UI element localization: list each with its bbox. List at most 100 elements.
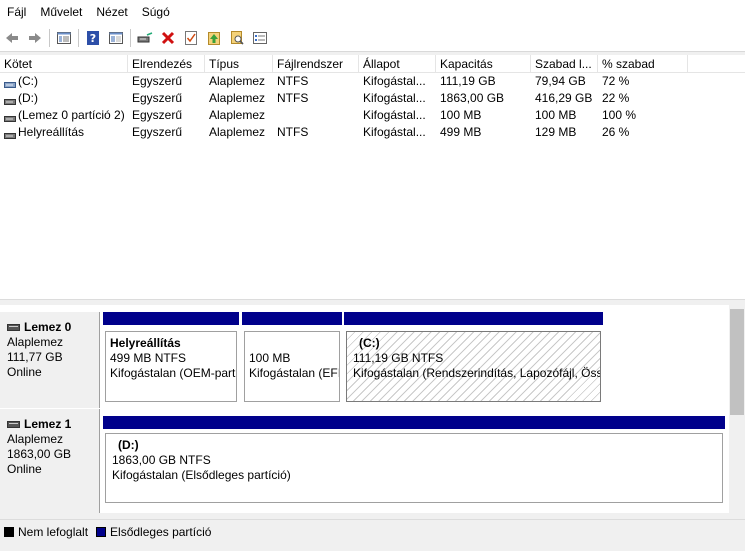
volume-type: Alaplemez: [209, 91, 266, 105]
column-header-capacity[interactable]: Kapacitás: [436, 55, 531, 73]
help-icon[interactable]: ?: [83, 28, 103, 48]
volume-capacity: 499 MB: [440, 125, 482, 139]
legend-label-primary: Elsődleges partíció: [110, 524, 212, 539]
drive-icon: [4, 111, 16, 122]
volume-capacity: 100 MB: [440, 108, 482, 122]
forward-arrow-icon[interactable]: [25, 28, 45, 48]
partition-name: (C:): [359, 336, 380, 350]
partition-name: (D:): [118, 438, 139, 452]
disk-status: Online: [7, 365, 42, 379]
volume-layout: Egyszerű: [132, 125, 183, 139]
volume-status: Kifogástal...: [363, 125, 426, 139]
partition-status: Kifogástalan (OEM-part: [110, 366, 236, 380]
partition-bar: [344, 312, 603, 325]
drive-icon: [4, 94, 16, 105]
volume-row[interactable]: (D:) Egyszerű Alaplemez NTFS Kifogástal.…: [0, 90, 745, 107]
volume-percent-free: 100 %: [602, 108, 637, 122]
disk-name-label: Lemez 0: [24, 320, 72, 334]
volume-list-header: Kötet Elrendezés Típus Fájlrendszer Álla…: [0, 55, 745, 73]
disk-status: Online: [7, 462, 42, 476]
volume-capacity: 111,19 GB: [440, 74, 496, 88]
search-icon[interactable]: [227, 28, 247, 48]
column-header-status[interactable]: Állapot: [359, 55, 436, 73]
column-header-volume[interactable]: Kötet: [0, 55, 128, 73]
menu-file[interactable]: Fájl: [0, 0, 33, 24]
disk-name: Lemez 0: [7, 320, 99, 335]
legend-swatch-unallocated: [4, 526, 14, 537]
volume-list: Kötet Elrendezés Típus Fájlrendszer Álla…: [0, 55, 745, 299]
partition-bar: [242, 312, 342, 325]
up-arrow-icon[interactable]: [204, 28, 224, 48]
volume-percent-free: 26 %: [602, 125, 630, 139]
disk-info-1[interactable]: Lemez 1 Alaplemez 1863,00 GB Online: [0, 409, 100, 513]
volume-type: Alaplemez: [209, 125, 266, 139]
partition-bar: [103, 312, 239, 325]
console-tree-icon[interactable]: [54, 28, 74, 48]
partition-box: Helyreállítás 499 MB NTFS Kifogástalan (…: [105, 331, 237, 402]
volume-name-cell: Helyreállítás: [0, 124, 128, 141]
column-header-filesystem[interactable]: Fájlrendszer: [273, 55, 359, 73]
volume-row[interactable]: (C:) Egyszerű Alaplemez NTFS Kifogástal.…: [0, 73, 745, 90]
volume-type: Alaplemez: [209, 74, 266, 88]
vertical-scrollbar[interactable]: [729, 305, 745, 513]
legend-swatch-primary: [96, 526, 107, 537]
delete-icon[interactable]: [158, 28, 178, 48]
volume-free-space: 129 MB: [535, 125, 577, 139]
volume-free-space: 100 MB: [535, 108, 577, 122]
disk-row-0: Lemez 0 Alaplemez 111,77 GB Online Helyr…: [0, 312, 729, 408]
partition-size: 100 MB: [249, 351, 291, 365]
volume-row[interactable]: (Lemez 0 partíció 2) Egyszerű Alaplemez …: [0, 107, 745, 124]
volume-capacity: 1863,00 GB: [440, 91, 505, 105]
volume-filesystem: [273, 107, 359, 124]
volume-filesystem: NTFS: [277, 125, 309, 139]
volume-name: (Lemez 0 partíció 2): [18, 108, 125, 122]
partition-recovery[interactable]: Helyreállítás 499 MB NTFS Kifogástalan (…: [103, 312, 239, 408]
properties-icon[interactable]: [106, 28, 126, 48]
check-icon[interactable]: [181, 28, 201, 48]
volume-status: Kifogástal...: [363, 108, 426, 122]
partition-c[interactable]: (C:) 111,19 GB NTFS Kifogástalan (Rendsz…: [344, 312, 603, 408]
partition-size: 1863,00 GB NTFS: [112, 453, 211, 467]
disk-icon: [7, 421, 20, 428]
volume-rows: (C:) Egyszerű Alaplemez NTFS Kifogástal.…: [0, 73, 745, 141]
disk-size: 1863,00 GB: [7, 447, 72, 461]
back-arrow-icon[interactable]: [2, 28, 22, 48]
drive-icon: [4, 77, 16, 88]
disk-icon: [7, 324, 20, 331]
volume-filesystem: NTFS: [277, 74, 309, 88]
volume-layout: Egyszerű: [132, 108, 183, 122]
partition-status: Kifogástalan (Rendszerindítás, Lapozófáj…: [353, 366, 601, 380]
disk-size: 111,77 GB: [7, 350, 63, 364]
legend: Nem lefoglalt Elsődleges partíció: [0, 519, 745, 543]
partition-box: (D:) 1863,00 GB NTFS Kifogástalan (Elsőd…: [105, 433, 723, 503]
partition-status: Kifogástalan (Elsődleges partíció): [112, 468, 291, 482]
disk-name-label: Lemez 1: [24, 417, 72, 431]
disk-name: Lemez 1: [7, 417, 99, 432]
menu-action[interactable]: Művelet: [33, 0, 89, 24]
partition-d[interactable]: (D:) 1863,00 GB NTFS Kifogástalan (Elsőd…: [103, 409, 725, 505]
partition-size: 111,19 GB NTFS: [353, 351, 444, 365]
partition-size: 499 MB NTFS: [110, 351, 187, 365]
column-header-layout[interactable]: Elrendezés: [128, 55, 205, 73]
scrollbar-thumb[interactable]: [730, 309, 744, 415]
partition-name: Helyreállítás: [110, 336, 181, 350]
volume-name: Helyreállítás: [18, 125, 85, 139]
menu-help[interactable]: Súgó: [135, 0, 177, 24]
volume-free-space: 79,94 GB: [535, 74, 586, 88]
column-header-percent-free[interactable]: % szabad: [598, 55, 688, 73]
volume-layout: Egyszerű: [132, 91, 183, 105]
volume-name: (D:): [18, 91, 38, 105]
disk-info-0[interactable]: Lemez 0 Alaplemez 111,77 GB Online: [0, 312, 100, 408]
toolbar-separator: [130, 28, 131, 47]
menu-view[interactable]: Nézet: [89, 0, 134, 24]
toolbar-separator: [49, 28, 50, 47]
volume-percent-free: 72 %: [602, 74, 630, 88]
volume-name-cell: (Lemez 0 partíció 2): [0, 107, 128, 124]
volume-row[interactable]: Helyreállítás Egyszerű Alaplemez NTFS Ki…: [0, 124, 745, 141]
partition-efi[interactable]: 100 MB Kifogástalan (EFI: [242, 312, 342, 408]
volume-status: Kifogástal...: [363, 91, 426, 105]
list-icon[interactable]: [250, 28, 270, 48]
column-header-type[interactable]: Típus: [205, 55, 273, 73]
column-header-free-space[interactable]: Szabad l...: [531, 55, 598, 73]
connect-drive-icon[interactable]: [135, 28, 155, 48]
